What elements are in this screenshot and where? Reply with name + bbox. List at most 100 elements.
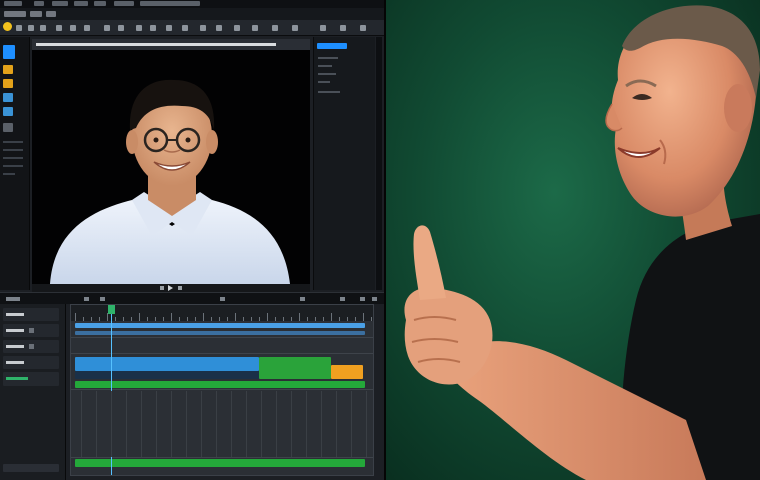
ruler-tick [283, 317, 284, 321]
timeline-tool[interactable] [220, 297, 225, 301]
timeline-gridline [291, 391, 292, 457]
timeline-gridline [156, 391, 157, 457]
track-lane [71, 457, 373, 458]
ruler-tick [339, 317, 340, 321]
track-toggle[interactable] [29, 328, 34, 333]
toolbar-button[interactable] [40, 25, 46, 31]
video-clip[interactable] [75, 323, 365, 328]
track-header[interactable] [3, 308, 59, 321]
menu-item-file[interactable] [4, 11, 26, 17]
menu-item-edit[interactable] [30, 11, 42, 17]
toolbar-button[interactable] [28, 25, 34, 31]
inspector-row [318, 73, 336, 75]
presenter-photo [386, 0, 760, 480]
video-clip[interactable] [75, 357, 259, 371]
timeline-gridline [126, 391, 127, 457]
timeline-gridline [186, 391, 187, 457]
timeline-tool[interactable] [340, 297, 345, 301]
toolbar-button[interactable] [200, 25, 206, 31]
timeline-tool[interactable] [372, 297, 377, 301]
toolbar-button[interactable] [16, 25, 22, 31]
inspector-tab-active[interactable] [317, 43, 347, 49]
timeline-tool[interactable] [84, 297, 89, 301]
image-icon[interactable] [3, 107, 13, 116]
timeline-tool[interactable] [360, 297, 365, 301]
timeline-label [6, 297, 20, 301]
audio-clip[interactable] [75, 459, 365, 467]
ruler-tick [227, 317, 228, 321]
vertical-scrollbar[interactable] [376, 37, 382, 290]
toolbar-button[interactable] [292, 25, 298, 31]
track-lane [71, 353, 373, 354]
green-clip[interactable] [259, 357, 331, 379]
toolbar-button[interactable] [234, 25, 240, 31]
toolbar-button[interactable] [166, 25, 172, 31]
timeline-gridline [366, 391, 367, 457]
app-logo-icon [3, 22, 12, 31]
ruler-tick [355, 317, 356, 321]
track-header[interactable] [3, 324, 59, 337]
timeline-gridline [306, 391, 307, 457]
toolbar-button[interactable] [272, 25, 278, 31]
toolbar-button[interactable] [252, 25, 258, 31]
ruler-tick [179, 317, 180, 321]
ruler-tick [275, 317, 276, 321]
timeline[interactable] [70, 304, 374, 476]
toolbar-button[interactable] [216, 25, 222, 31]
tool-row [3, 149, 23, 151]
ruler-tick [123, 317, 124, 321]
ruler-tick [259, 317, 260, 321]
playhead-handle[interactable] [108, 305, 115, 314]
toolbar-button[interactable] [136, 25, 142, 31]
folder-icon[interactable] [3, 79, 13, 88]
effects-icon[interactable] [3, 123, 13, 132]
audio-clip[interactable] [75, 381, 365, 388]
menu-bar [0, 8, 386, 20]
image-icon[interactable] [3, 93, 13, 102]
ruler-tick [195, 317, 196, 321]
timeline-tool[interactable] [100, 297, 105, 301]
toolbar-button[interactable] [150, 25, 156, 31]
track-toggle[interactable] [29, 344, 34, 349]
timeline-tool[interactable] [300, 297, 305, 301]
tool-row [3, 141, 23, 143]
toolbar-button[interactable] [118, 25, 124, 31]
toolbar-button[interactable] [340, 25, 346, 31]
track-header[interactable] [3, 372, 59, 386]
preview-viewer[interactable] [32, 50, 310, 284]
ruler-tick [99, 317, 100, 321]
title-item [94, 1, 106, 6]
ruler-tick [115, 317, 116, 321]
toolbar-button[interactable] [320, 25, 326, 31]
toolbar-button[interactable] [56, 25, 62, 31]
toolbar-button[interactable] [84, 25, 90, 31]
ruler-tick [163, 317, 164, 321]
step-forward-icon[interactable] [178, 286, 182, 290]
track-header[interactable] [3, 340, 59, 353]
toolbar-button[interactable] [70, 25, 76, 31]
ruler-tick [187, 317, 188, 321]
track-header[interactable] [3, 356, 59, 369]
title-clip[interactable] [331, 365, 363, 379]
ruler-tick [291, 317, 292, 321]
ruler-tick [131, 317, 132, 321]
folder-icon[interactable] [3, 65, 13, 74]
toolbar-button[interactable] [104, 25, 110, 31]
viewer-title [36, 43, 276, 46]
toolbar-button[interactable] [360, 25, 366, 31]
track-header[interactable] [3, 464, 59, 472]
track-lane [71, 389, 373, 390]
ruler-tick [371, 317, 372, 321]
play-icon[interactable] [168, 285, 173, 291]
step-back-icon[interactable] [160, 286, 164, 290]
timeline-gridline [216, 391, 217, 457]
toolbar-button[interactable] [182, 25, 188, 31]
ruler-tick [75, 313, 76, 321]
menu-item-view[interactable] [46, 11, 56, 17]
ruler-tick [315, 317, 316, 321]
ruler-tick [203, 313, 204, 321]
timeline-gridline [171, 391, 172, 457]
media-tab-icon[interactable] [3, 45, 15, 59]
timeline-ruler[interactable] [71, 305, 373, 321]
video-clip[interactable] [75, 331, 365, 335]
